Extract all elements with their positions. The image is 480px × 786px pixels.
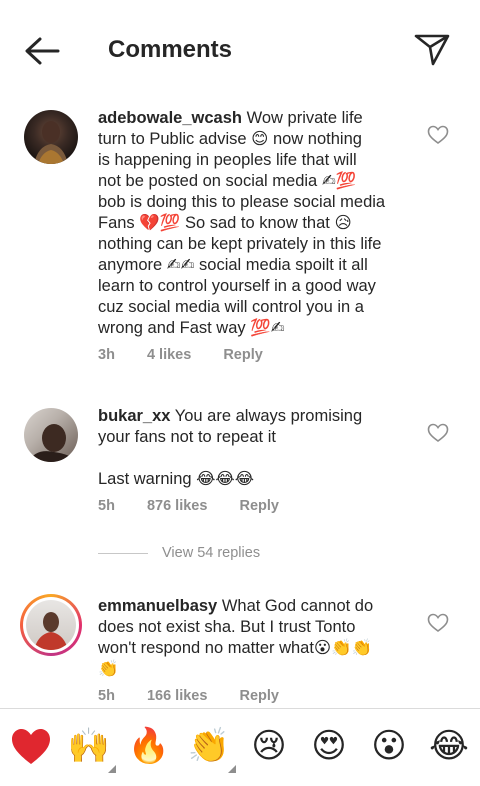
reply-button[interactable]: Reply <box>239 498 279 514</box>
reply-button[interactable]: Reply <box>223 347 263 363</box>
avatar-ring-gap <box>23 597 79 653</box>
share-button[interactable] <box>412 30 452 68</box>
avatar-photo <box>34 612 68 650</box>
comment-text: emmanuelbasy What God cannot do does not… <box>98 596 418 680</box>
emoji-button-heart-eyes[interactable]: 😍 <box>306 725 352 767</box>
crying-face-icon: 😢 <box>251 727 287 765</box>
comment-line: You are always promising <box>170 407 363 425</box>
surprised-face-icon: 😮 <box>371 727 407 765</box>
like-button[interactable] <box>427 423 449 443</box>
comment-line: Wow private life <box>241 109 363 127</box>
header-bar: Comments <box>0 0 480 100</box>
comment-meta: 3h 4 likes Reply <box>98 347 291 363</box>
comment-time: 5h <box>98 498 115 514</box>
comment-time: 3h <box>98 347 115 363</box>
avatar-photo <box>34 121 68 164</box>
comment-line: What God cannot do <box>217 597 374 615</box>
raising-hands-icon: 🙌 <box>67 727 111 765</box>
comment-line: Last warning 😂😂😂 <box>98 470 254 488</box>
comment-username[interactable]: emmanuelbasy <box>98 597 217 615</box>
like-button[interactable] <box>427 125 449 145</box>
variant-indicator-icon <box>228 765 236 773</box>
comment-text: adebowale_wcash Wow private life turn to… <box>98 108 418 339</box>
comment-username[interactable]: bukar_xx <box>98 407 170 425</box>
emoji-button-fire[interactable]: 🔥 <box>126 725 172 767</box>
tears-of-joy-icon: 😂 <box>429 727 469 765</box>
avatar[interactable] <box>24 408 78 462</box>
emoji-button-clapping[interactable]: 👏 <box>186 725 236 773</box>
comment-likes[interactable]: 4 likes <box>147 347 191 363</box>
comment-text: bukar_xx You are always promising your f… <box>98 406 418 490</box>
comment-line: cuz social media will control you in a <box>98 298 364 316</box>
comment-line: learn to control yourself in a good way <box>98 277 376 295</box>
heart-outline-icon <box>427 613 449 632</box>
comment-likes[interactable]: 876 likes <box>147 498 207 514</box>
comment-time: 5h <box>98 688 115 704</box>
heart-eyes-icon: 😍 <box>311 727 347 765</box>
heart-outline-icon <box>427 423 449 442</box>
avatar <box>26 600 76 650</box>
comment-line: nothing can be kept privately in this li… <box>98 235 382 253</box>
comment-likes[interactable]: 166 likes <box>147 688 207 704</box>
comment-line: wrong and Fast way 💯✍ <box>98 319 285 337</box>
comment-username[interactable]: adebowale_wcash <box>98 109 242 127</box>
heart-outline-icon <box>427 125 449 144</box>
comment-line: your fans not to repeat it <box>98 428 276 446</box>
variant-indicator-icon <box>108 765 116 773</box>
page-title: Comments <box>108 36 233 63</box>
comment-line: won't respond no matter what😮👏👏 <box>98 639 373 657</box>
comment-meta: 5h 166 likes Reply <box>98 688 307 704</box>
clapping-hands-icon: 👏 <box>187 727 231 765</box>
reply-button[interactable]: Reply <box>239 688 279 704</box>
comment-line: not be posted on social media ✍💯 <box>98 172 357 190</box>
replies-divider-line <box>98 552 148 554</box>
arrow-left-icon <box>25 37 60 65</box>
emoji-button-tears-of-joy[interactable]: 😂 <box>426 725 472 767</box>
comment-line: is happening in peoples life that will <box>98 151 357 169</box>
view-replies-button[interactable]: View 54 replies <box>98 545 260 561</box>
emoji-button-raising-hands[interactable]: 🙌 <box>66 725 116 773</box>
avatar-story-ring[interactable] <box>20 594 82 656</box>
fire-icon: 🔥 <box>127 727 171 765</box>
emoji-reaction-bar: 🙌 🔥 👏 😢 😍 😮 😂 <box>0 708 480 786</box>
comment-line: anymore ✍✍ social media spoilt it all <box>98 256 368 274</box>
avatar[interactable] <box>24 110 78 164</box>
red-heart-icon <box>12 729 50 764</box>
comment-line: bob is doing this to please social media <box>98 193 386 211</box>
paper-plane-icon <box>414 34 450 66</box>
comment-line: turn to Public advise 😊 now nothing <box>98 130 362 148</box>
like-button[interactable] <box>427 613 449 633</box>
comment-line: Fans 💔💯 So sad to know that 😥 <box>98 214 352 232</box>
avatar-photo <box>28 424 78 462</box>
comment-line: 👏 <box>98 660 119 678</box>
comment-line: does not exist sha. But I trust Tonto <box>98 618 356 636</box>
view-replies-label: View 54 replies <box>162 545 261 561</box>
emoji-button-crying[interactable]: 😢 <box>246 725 292 767</box>
comment-meta: 5h 876 likes Reply <box>98 498 307 514</box>
back-button[interactable] <box>22 34 62 68</box>
emoji-button-surprised[interactable]: 😮 <box>366 725 412 767</box>
emoji-button-heart[interactable] <box>8 725 54 767</box>
